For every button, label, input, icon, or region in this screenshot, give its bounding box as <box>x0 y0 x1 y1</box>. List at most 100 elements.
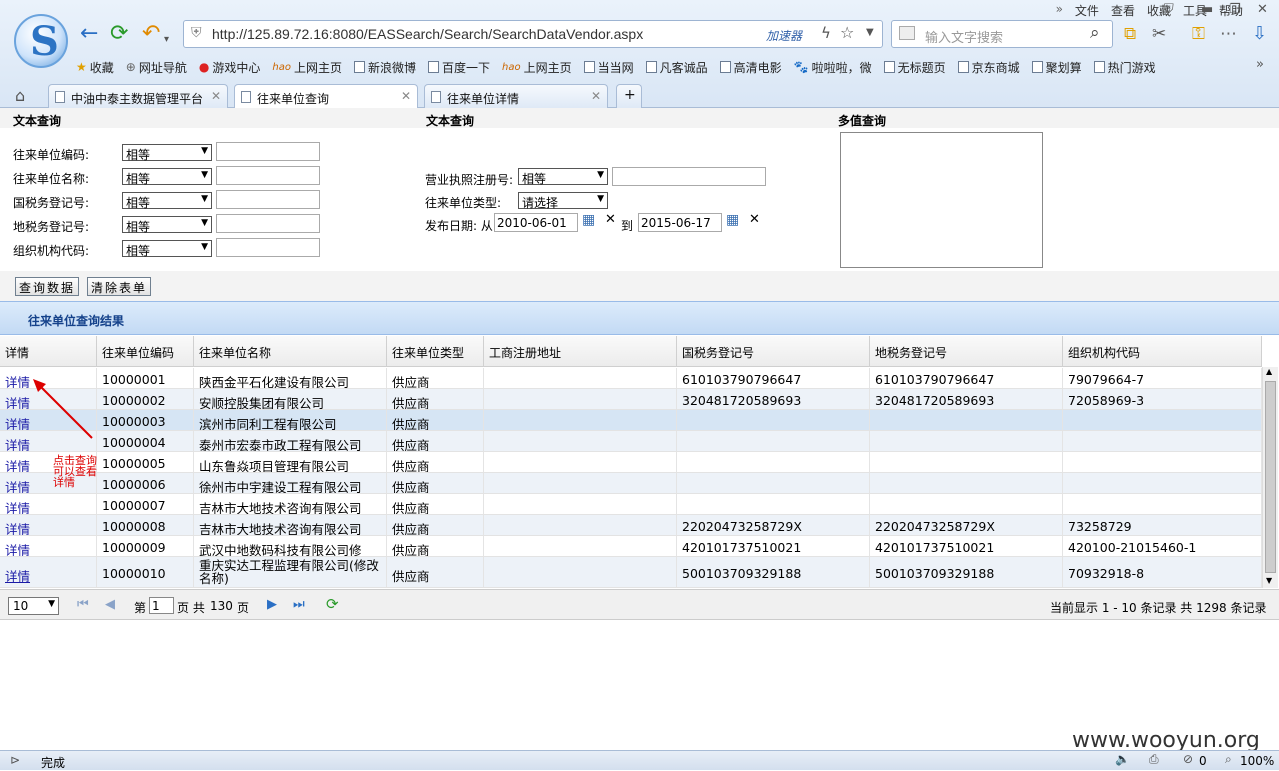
detail-link[interactable]: 详情 <box>0 494 97 514</box>
close-tab-icon[interactable]: ✕ <box>401 89 411 103</box>
table-row[interactable]: 详情 10000008 吉林市大地技术咨询有限公司 供应商 22020473258729… <box>0 515 1262 536</box>
star-icon[interactable]: ☆ <box>840 23 854 42</box>
volume-icon[interactable]: 🔈 <box>1115 752 1130 766</box>
table-row[interactable]: 详情 10000004 泰州市宏泰市政工程有限公司 供应商 <box>0 431 1262 452</box>
more-icon[interactable]: ⋯ <box>1220 22 1237 46</box>
search-icon[interactable]: ⌕ <box>1090 23 1100 43</box>
last-page-icon[interactable]: ⏭ <box>293 597 305 612</box>
refresh-icon[interactable]: ⟳ <box>326 595 339 613</box>
search-box[interactable]: 输入文字搜索 ⌕ <box>891 20 1113 48</box>
bookmark-item[interactable]: 凡客诚品 <box>645 58 708 76</box>
undo-icon[interactable]: ↶ <box>142 22 160 46</box>
scroll-down-icon[interactable]: ▼ <box>1266 576 1272 585</box>
scroll-up-icon[interactable]: ▲ <box>1266 367 1272 376</box>
vendor-code-input[interactable] <box>216 142 320 161</box>
key-icon[interactable]: ⚿ <box>1192 22 1205 46</box>
scroll-thumb[interactable] <box>1265 381 1276 573</box>
col-address[interactable]: 工商注册地址 <box>484 336 677 367</box>
vendor-name-input[interactable] <box>216 166 320 185</box>
prev-page-icon[interactable]: ◀ <box>105 597 115 612</box>
bookmarks-more-icon[interactable]: » <box>1256 57 1264 72</box>
download-icon[interactable]: ⇩ <box>1252 22 1267 46</box>
print-icon[interactable]: ⎙ <box>1149 752 1159 767</box>
col-type[interactable]: 往来单位类型 <box>387 336 484 367</box>
local-tax-op-select[interactable]: 相等 <box>122 216 212 234</box>
bookmark-item[interactable]: 京东商城 <box>957 58 1020 76</box>
address-url[interactable]: http://125.89.72.16:8080/EASSearch/Searc… <box>212 26 643 42</box>
bookmark-item[interactable]: 聚划算 <box>1031 58 1082 76</box>
clear-date-icon[interactable]: ✕ <box>605 212 616 227</box>
tab-vendor-detail[interactable]: 往来单位详情 ✕ <box>424 84 608 108</box>
table-row[interactable]: 详情 10000005 山东鲁焱项目管理有限公司 供应商 <box>0 452 1262 473</box>
bookmark-item[interactable]: 🐾 啦啦啦，微 <box>794 58 872 76</box>
org-code-op-select[interactable]: 相等 <box>122 240 212 258</box>
skin-icon[interactable]: ⛉ <box>1164 2 1174 17</box>
license-input[interactable] <box>612 167 766 186</box>
vendor-type-select[interactable]: 请选择 <box>518 192 608 210</box>
extension-icon[interactable]: ⧉ <box>1124 22 1136 46</box>
bookmark-item[interactable]: 当当网 <box>583 58 634 76</box>
calendar-icon[interactable]: ▦ <box>726 212 739 228</box>
col-code[interactable]: 往来单位编码 <box>97 336 194 367</box>
bookmark-item[interactable]: 无标题页 <box>883 58 946 76</box>
tab-vendor-query[interactable]: 往来单位查询 ✕ <box>234 84 418 109</box>
back-icon[interactable]: ← <box>80 22 98 46</box>
clear-form-button[interactable]: 清除表单 <box>87 277 152 296</box>
scissors-icon[interactable]: ✂ <box>1152 22 1166 46</box>
detail-link[interactable]: 详情 <box>0 515 97 535</box>
org-code-input[interactable] <box>216 238 320 257</box>
col-detail[interactable]: 详情 <box>0 336 97 367</box>
accelerator-label[interactable]: 加速器 <box>766 27 802 44</box>
table-row[interactable]: 详情 10000006 徐州市中宇建设工程有限公司 供应商 <box>0 473 1262 494</box>
home-icon[interactable]: ⌂ <box>15 86 25 105</box>
table-row[interactable]: 详情 10000002 安顺控股集团有限公司 供应商 320481720589693 32… <box>0 389 1262 410</box>
table-row[interactable]: 详情 10000003 滨州市同利工程有限公司 供应商 <box>0 410 1262 431</box>
col-local-tax[interactable]: 地税务登记号 <box>870 336 1063 367</box>
table-row[interactable]: 详情 10000010 重庆实达工程监理有限公司(修改名称) 供应商 500103709… <box>0 557 1262 588</box>
menu-file[interactable]: 文件 <box>1075 2 1099 19</box>
search-placeholder[interactable]: 输入文字搜索 <box>925 27 1003 46</box>
date-to-input[interactable]: 2015-06-17 <box>638 213 722 232</box>
vendor-code-op-select[interactable]: 相等 <box>122 144 212 162</box>
undo-dropdown-icon[interactable]: ▾ <box>164 28 169 52</box>
new-tab-button[interactable]: + <box>616 84 642 108</box>
zoom-icon[interactable]: ⌕ <box>1225 752 1232 767</box>
local-tax-input[interactable] <box>216 214 320 233</box>
bookmark-item[interactable]: hao 上网主页 <box>272 58 342 76</box>
lightning-icon[interactable]: ϟ <box>821 24 831 42</box>
close-window-icon[interactable]: ✕ <box>1257 2 1268 17</box>
table-row[interactable]: 详情 10000007 吉林市大地技术咨询有限公司 供应商 <box>0 494 1262 515</box>
bookmark-item[interactable]: ★ 收藏 <box>76 58 114 76</box>
table-row[interactable]: 详情 10000009 武汉中地数码科技有限公司修 供应商 42010173751002… <box>0 536 1262 557</box>
bookmark-item[interactable]: ⊕ 网址导航 <box>126 58 187 76</box>
license-op-select[interactable]: 相等 <box>518 168 608 186</box>
close-tab-icon[interactable]: ✕ <box>211 89 221 103</box>
clear-date-icon[interactable]: ✕ <box>749 212 760 227</box>
bookmark-item[interactable]: hao 上网主页 <box>502 58 572 76</box>
query-data-button[interactable]: 查询数据 <box>15 277 80 296</box>
table-row[interactable]: 详情 10000001 陕西金平石化建设有限公司 供应商 610103790796647… <box>0 368 1262 389</box>
tab-platform[interactable]: 中油中泰主数据管理平台 ✕ <box>48 84 228 108</box>
bookmark-item[interactable]: 新浪微博 <box>353 58 416 76</box>
menu-more-icon[interactable]: » <box>1056 2 1063 19</box>
detail-link[interactable]: 详情 <box>0 536 97 556</box>
close-tab-icon[interactable]: ✕ <box>591 89 601 103</box>
col-org-code[interactable]: 组织机构代码 <box>1063 336 1262 367</box>
zoom-level[interactable]: 100% <box>1240 754 1274 768</box>
vendor-name-op-select[interactable]: 相等 <box>122 168 212 186</box>
national-tax-input[interactable] <box>216 190 320 209</box>
multi-value-textarea[interactable] <box>840 132 1043 268</box>
search-engine-icon[interactable] <box>899 26 915 40</box>
next-page-icon[interactable]: ▶ <box>267 597 277 612</box>
col-national-tax[interactable]: 国税务登记号 <box>677 336 870 367</box>
minimize-icon[interactable]: ▬ <box>1201 2 1213 17</box>
bookmark-item[interactable]: 高清电影 <box>719 58 782 76</box>
calendar-icon[interactable]: ▦ <box>582 212 595 228</box>
sidebar-toggle-icon[interactable]: ⊳ <box>10 753 20 767</box>
col-name[interactable]: 往来单位名称 <box>194 336 387 367</box>
adblock-icon[interactable]: ⊘ <box>1183 752 1193 766</box>
refresh-icon[interactable]: ⟳ <box>110 22 128 46</box>
maximize-icon[interactable]: ❐ <box>1229 2 1241 17</box>
bookmark-item[interactable]: 百度一下 <box>427 58 490 76</box>
page-size-select[interactable]: 10 ▼ <box>8 597 59 615</box>
